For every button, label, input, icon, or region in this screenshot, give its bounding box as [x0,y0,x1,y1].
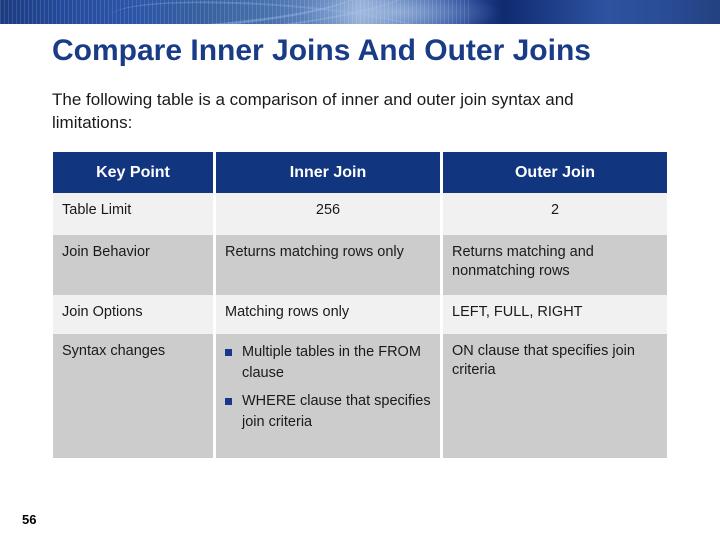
table-row: Syntax changes Multiple tables in the FR… [53,334,667,458]
inner-join-bullet-list: Multiple tables in the FROM clause WHERE… [225,342,431,433]
cell-key-point: Syntax changes [53,334,216,458]
cell-outer-join: ON clause that specifies join criteria [443,334,667,458]
list-item-label: WHERE clause that specifies join criteri… [242,393,431,430]
table-row: Join Options Matching rows only LEFT, FU… [53,295,667,334]
cell-key-point: Join Behavior [53,235,216,295]
comparison-table: Key Point Inner Join Outer Join Table Li… [53,152,667,458]
square-bullet-icon [225,349,232,356]
cell-inner-join: Multiple tables in the FROM clause WHERE… [216,334,443,458]
intro-paragraph: The following table is a comparison of i… [52,90,574,132]
cell-inner-join: Returns matching rows only [216,235,443,295]
page-title: Compare Inner Joins And Outer Joins [52,34,591,67]
cell-inner-join: 256 [216,193,443,235]
cell-outer-join: LEFT, FULL, RIGHT [443,295,667,334]
banner-highlight-glow [300,0,500,24]
table-row: Join Behavior Returns matching rows only… [53,235,667,295]
cell-key-point: Join Options [53,295,216,334]
square-bullet-icon [225,398,232,405]
cell-inner-join: Matching rows only [216,295,443,334]
page-number: 56 [22,512,37,527]
list-item: Multiple tables in the FROM clause [225,342,431,384]
cell-outer-join: Returns matching and nonmatching rows [443,235,667,295]
table-row: Table Limit 256 2 [53,193,667,235]
list-item-label: Multiple tables in the FROM clause [242,344,421,381]
slide-banner [0,0,720,24]
table-header-row: Key Point Inner Join Outer Join [53,152,667,193]
list-item: WHERE clause that specifies join criteri… [225,391,431,433]
cell-outer-join: 2 [443,193,667,235]
column-header-inner-join: Inner Join [216,152,443,193]
column-header-outer-join: Outer Join [443,152,667,193]
column-header-key-point: Key Point [53,152,216,193]
cell-key-point: Table Limit [53,193,216,235]
